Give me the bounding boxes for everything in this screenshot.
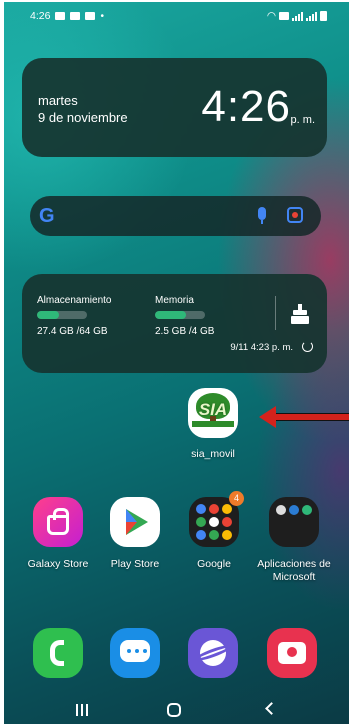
storage-label: Almacenamiento [37, 295, 112, 306]
google-g-icon: G [39, 205, 55, 227]
app-label: Google [197, 558, 231, 570]
phone-icon[interactable] [33, 628, 83, 678]
storage-value: 27.4 GB /64 GB [37, 326, 108, 337]
app-label: sia_movil [191, 448, 235, 460]
messages-icon[interactable] [110, 628, 160, 678]
app-galaxy-store[interactable]: Galaxy Store [20, 497, 96, 571]
mic-icon[interactable] [258, 207, 266, 224]
status-bar: 4:26 • ◠ [30, 8, 327, 24]
folder-google[interactable]: 4 Google [176, 491, 252, 571]
signal-icon [306, 11, 317, 21]
app-label: Play Store [110, 558, 160, 570]
clock-date: 9 de noviembre [38, 110, 128, 125]
memory-label: Memoria [155, 295, 194, 306]
app-play-store[interactable]: Play Store [97, 497, 173, 571]
battery-icon [320, 11, 327, 21]
notification-badge: 4 [229, 491, 244, 506]
microsoft-folder-icon [269, 497, 319, 547]
play-store-icon [110, 497, 160, 547]
clock-time: 4:26 [201, 82, 291, 131]
clock-widget[interactable]: martes 9 de noviembre 4:26 p. m. [22, 58, 327, 157]
home-button[interactable] [167, 703, 181, 717]
internet-icon[interactable] [188, 628, 238, 678]
gmail-icon [85, 12, 96, 20]
app-sia-movil[interactable]: SIA sia_movil [185, 388, 241, 460]
google-search-bar[interactable]: G [30, 196, 321, 236]
clock-ampm: p. m. [290, 114, 315, 126]
status-left: 4:26 • [30, 10, 104, 22]
dot-icon: • [100, 10, 104, 22]
signal-icon [292, 11, 303, 21]
sia-logo-text: SIA [198, 400, 228, 419]
camera-icon[interactable] [267, 628, 317, 678]
folder-microsoft[interactable]: Aplicaciones de Microsoft [256, 497, 332, 584]
memory-value: 2.5 GB /4 GB [155, 326, 215, 337]
app-label: Aplicaciones de Microsoft [257, 558, 331, 583]
red-arrow-annotation [259, 406, 353, 428]
updated-time: 9/11 4:23 p. m. [230, 342, 293, 353]
galaxy-store-icon [33, 497, 83, 547]
wifi-icon: ◠ [266, 10, 276, 22]
memory-bar-fill [155, 311, 186, 319]
sim-icon [279, 12, 289, 20]
divider [275, 296, 276, 330]
navigation-bar [4, 696, 349, 724]
back-button[interactable] [265, 702, 278, 715]
recent-apps-button[interactable] [76, 704, 88, 716]
storage-bar-fill [37, 311, 59, 319]
google-folder-icon: 4 [189, 491, 244, 547]
gmail-icon [55, 12, 66, 20]
clean-broom-icon[interactable] [291, 304, 309, 324]
youtube-icon [70, 12, 81, 20]
sia-logo-icon: SIA [188, 388, 238, 438]
status-time: 4:26 [30, 10, 51, 22]
clock-day: martes [38, 93, 78, 108]
storage-bar [37, 311, 87, 319]
lens-icon[interactable] [287, 207, 303, 223]
status-right: ◠ [267, 10, 327, 22]
device-care-widget[interactable]: Almacenamiento 27.4 GB /64 GB Memoria 2.… [22, 274, 327, 373]
refresh-icon[interactable] [302, 341, 313, 352]
app-label: Galaxy Store [27, 558, 89, 570]
memory-bar [155, 311, 205, 319]
